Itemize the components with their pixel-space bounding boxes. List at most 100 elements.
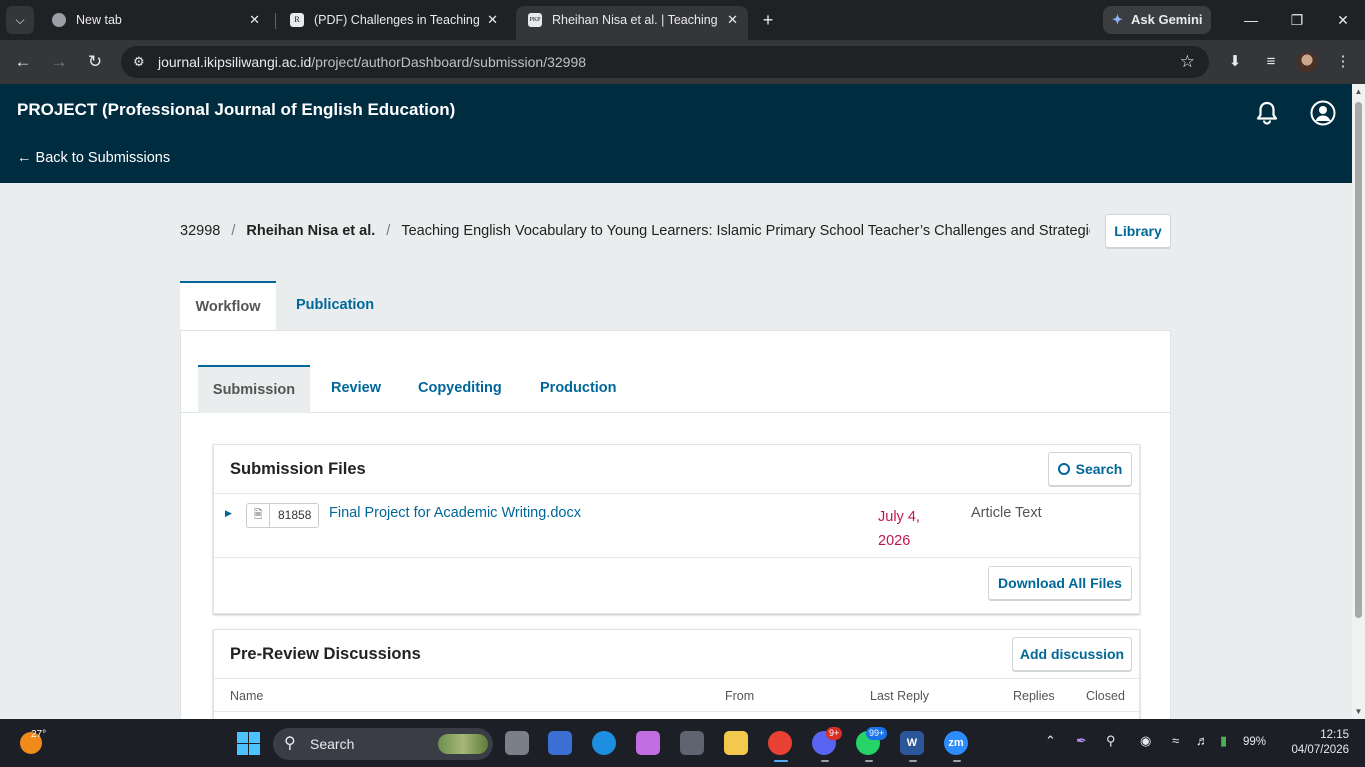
breadcrumb-separator: / xyxy=(386,223,391,239)
scrollbar-thumb[interactable] xyxy=(1355,102,1362,618)
download-icon[interactable]: ⬇ xyxy=(1225,52,1245,72)
restore-icon[interactable]: ❐ xyxy=(1282,8,1312,32)
pre-review-discussions-grid: Pre-Review Discussions Add discussion Na… xyxy=(213,629,1140,719)
breadcrumb-title: Teaching English Vocabulary to Young Lea… xyxy=(401,223,1090,239)
task-view-icon[interactable] xyxy=(505,731,529,755)
scroll-down-arrow-icon[interactable]: ▼ xyxy=(1354,707,1363,716)
tab-copyediting[interactable]: Copyediting xyxy=(418,365,502,413)
column-header-from: From xyxy=(725,689,755,703)
journal-title[interactable]: PROJECT (Professional Journal of English… xyxy=(17,100,455,120)
tab-review[interactable]: Review xyxy=(331,365,381,413)
app-header: PROJECT (Professional Journal of English… xyxy=(0,84,1352,183)
file-name-link[interactable]: Final Project for Academic Writing.docx xyxy=(329,505,581,521)
location-icon[interactable]: ⚲ xyxy=(1106,733,1116,749)
profile-avatar[interactable] xyxy=(1297,52,1317,72)
clock-time: 12:15 xyxy=(1320,729,1349,741)
ask-gemini-button[interactable]: ✦ Ask Gemini xyxy=(1103,6,1211,34)
zoom-icon[interactable]: zm xyxy=(944,731,968,755)
back-arrow-icon[interactable]: ← xyxy=(10,49,36,75)
grid-header: Pre-Review Discussions Add discussion xyxy=(214,630,1139,679)
game-app-icon[interactable] xyxy=(548,731,572,755)
file-type: Article Text xyxy=(971,505,1042,521)
tab-submission[interactable]: Submission xyxy=(198,365,310,413)
windows-start-icon[interactable] xyxy=(237,732,260,755)
document-icon: 🗎 xyxy=(247,504,270,527)
workflow-panel: Submission Review Copyediting Production… xyxy=(180,330,1171,719)
running-app-indicator xyxy=(909,760,917,762)
download-all-files-button[interactable]: Download All Files xyxy=(988,566,1132,600)
chrome-taskbar-icon[interactable] xyxy=(768,731,792,755)
bookmark-star-icon[interactable]: ☆ xyxy=(1180,46,1195,78)
grid-header: Submission Files Search xyxy=(214,445,1139,494)
media-control-icon[interactable]: ≡ xyxy=(1261,52,1281,72)
word-icon[interactable]: W xyxy=(900,731,924,755)
weather-temperature: 27° xyxy=(31,729,47,740)
scroll-up-arrow-icon[interactable]: ▲ xyxy=(1354,87,1363,96)
column-header-closed: Closed xyxy=(1086,689,1125,703)
active-app-indicator xyxy=(774,760,788,762)
close-tab-icon[interactable]: ✕ xyxy=(249,6,260,34)
tray-overflow-chevron-icon[interactable]: ⌃ xyxy=(1045,733,1056,749)
close-window-icon[interactable]: ✕ xyxy=(1328,8,1358,32)
more-menu-icon[interactable]: ⋮ xyxy=(1333,52,1353,72)
submission-files-grid: Submission Files Search ▶ 🗎 81858 Final … xyxy=(213,444,1140,614)
new-tab-plus-icon[interactable]: + xyxy=(758,8,778,32)
battery-percent: 99% xyxy=(1243,736,1267,748)
breadcrumb-separator: / xyxy=(231,223,236,239)
camera-icon[interactable] xyxy=(680,731,704,755)
url-path: /project/authorDashboard/submission/3299… xyxy=(311,54,587,70)
pen-icon[interactable]: ✒ xyxy=(1076,733,1087,749)
copilot-icon[interactable] xyxy=(636,731,660,755)
wifi-icon[interactable]: ≈ xyxy=(1172,733,1179,748)
notifications-bell-icon[interactable] xyxy=(1254,100,1280,126)
file-row: ▶ 🗎 81858 Final Project for Academic Wri… xyxy=(214,494,1139,558)
clock-date: 04/07/2026 xyxy=(1291,744,1349,756)
tab-production[interactable]: Production xyxy=(540,365,617,413)
expand-row-icon[interactable]: ▶ xyxy=(225,508,232,519)
search-highlight-image xyxy=(438,734,488,754)
user-account-icon[interactable] xyxy=(1310,100,1336,126)
taskbar-clock[interactable]: 12:15 04/07/2026 xyxy=(1283,728,1349,758)
site-info-icon[interactable]: ⚙ xyxy=(133,54,145,70)
browser-toolbar: ← → ↻ ⚙ journal.ikipsiliwangi.ac.id/proj… xyxy=(0,40,1365,84)
taskbar-search-box[interactable]: ⚲ Search xyxy=(273,728,493,760)
file-date: July 4, 2026 xyxy=(878,509,920,549)
chrome-icon xyxy=(52,13,66,27)
column-header-name: Name xyxy=(230,689,264,703)
edge-icon[interactable] xyxy=(592,731,616,755)
reload-icon[interactable]: ↻ xyxy=(82,49,108,75)
breadcrumb: 32998 / Rheihan Nisa et al. / Teaching Engli… xyxy=(180,223,1090,245)
tab-separator xyxy=(275,13,276,29)
browser-tab-strip: ⌵ New tab ✕ R (PDF) Challenges in Teachi… xyxy=(0,0,1365,40)
address-bar[interactable]: ⚙ journal.ikipsiliwangi.ac.id/project/au… xyxy=(121,46,1209,78)
file-explorer-icon[interactable] xyxy=(724,731,748,755)
column-header-last-reply: Last Reply xyxy=(870,689,930,703)
back-to-submissions-link[interactable]: ← Back to Submissions xyxy=(17,150,170,166)
browser-tab-new-tab[interactable]: New tab ✕ xyxy=(40,6,270,40)
add-discussion-button[interactable]: Add discussion xyxy=(1012,637,1132,671)
battery-icon[interactable]: ▮ xyxy=(1220,733,1227,749)
workflow-stage-tabs: Submission Review Copyediting Production xyxy=(181,331,1170,413)
column-header-replies: Replies xyxy=(1013,689,1055,703)
web-page: PROJECT (Professional Journal of English… xyxy=(0,84,1352,719)
tab-publication[interactable]: Publication xyxy=(296,281,380,331)
running-app-indicator xyxy=(953,760,961,762)
volume-icon[interactable]: ♬ xyxy=(1196,733,1209,748)
grid-divider xyxy=(214,711,1139,712)
search-files-button[interactable]: Search xyxy=(1048,452,1132,486)
forward-arrow-icon[interactable]: → xyxy=(46,49,72,75)
tab-workflow[interactable]: Workflow xyxy=(180,281,276,331)
accessibility-icon[interactable]: ◉ xyxy=(1140,733,1151,749)
close-tab-icon[interactable]: ✕ xyxy=(487,6,498,34)
close-tab-icon[interactable]: ✕ xyxy=(727,6,738,34)
browser-tab-active[interactable]: PKP Rheihan Nisa et al. | Teaching En ✕ xyxy=(516,6,748,40)
browser-tab-pdf[interactable]: R (PDF) Challenges in Teaching En ✕ xyxy=(278,6,508,40)
gemini-sparkle-icon: ✦ xyxy=(1112,12,1123,27)
library-button[interactable]: Library xyxy=(1105,214,1171,248)
running-app-indicator xyxy=(865,760,873,762)
tab-search-chevron-icon[interactable]: ⌵ xyxy=(6,6,34,34)
discord-badge: 9+ xyxy=(826,727,843,740)
taskbar: 27° ⚲ Search 9+ 99+ W zm ⌃ ✒ ⚲ ◉ ≈ ♬ ▮ 9… xyxy=(0,719,1365,767)
minimize-icon[interactable]: — xyxy=(1236,8,1266,32)
page-scrollbar[interactable]: ▲ ▼ xyxy=(1352,84,1365,719)
